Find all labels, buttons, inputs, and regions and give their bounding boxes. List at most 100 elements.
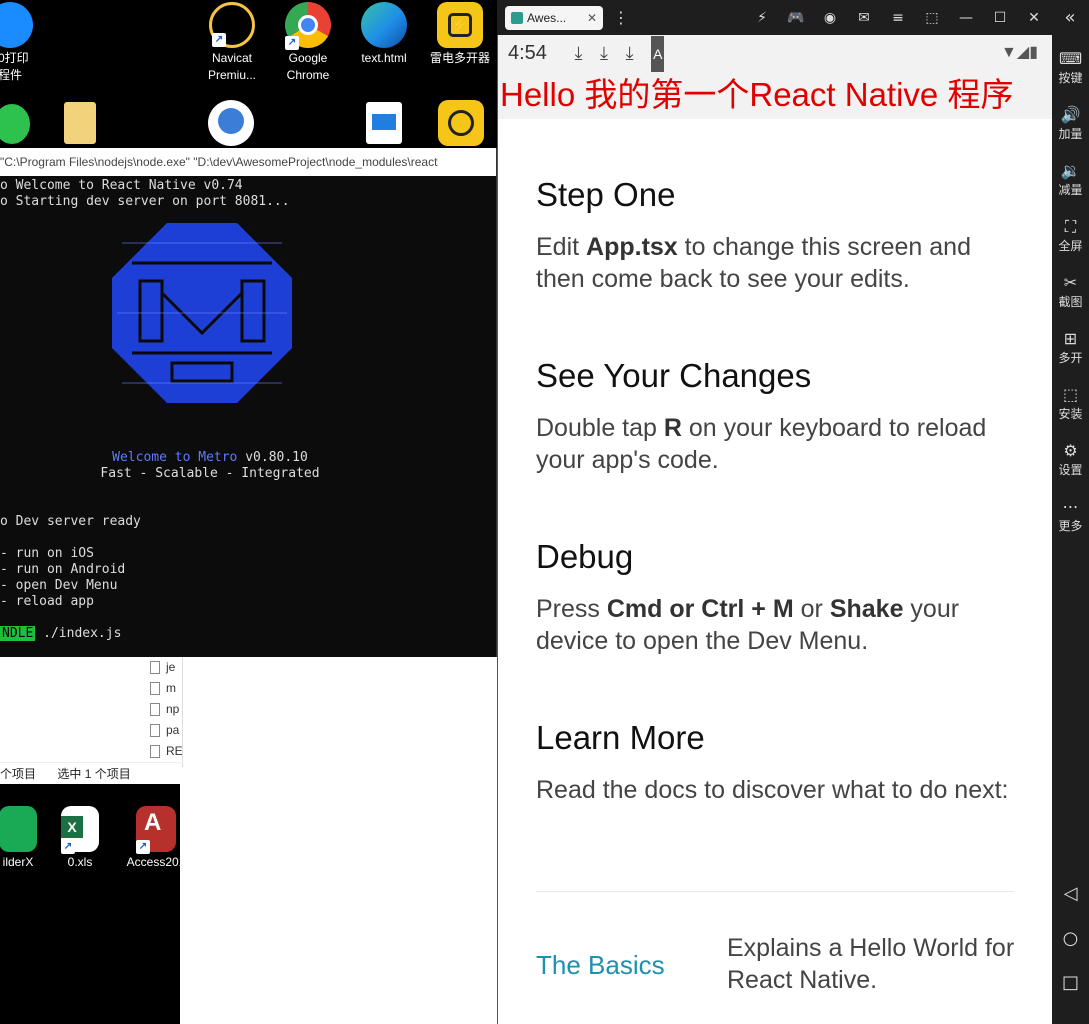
file-item[interactable]: RE: [148, 741, 182, 762]
shortcut-arrow-icon: ↗: [61, 840, 75, 854]
terminal-line: - run on iOS: [0, 546, 94, 561]
edge-html-shortcut[interactable]: text.html: [344, 2, 424, 67]
more-icon: ⋯: [1062, 497, 1079, 516]
bundle-line: NDLE ./index.js: [0, 626, 121, 642]
sidebar-more[interactable]: ⋯ 更多: [1052, 497, 1089, 533]
file-name: pa: [166, 723, 180, 737]
chrome-shortcut[interactable]: ↗ Google Chrome: [268, 2, 348, 84]
shortcut-arrow-icon: ↗: [212, 33, 226, 47]
terminal-window[interactable]: "C:\Program Files\nodejs\node.exe" "D:\d…: [0, 148, 497, 657]
file-name: m: [166, 681, 176, 695]
sidebar-multi-instance[interactable]: ⊞ 多开: [1052, 329, 1089, 365]
menu-icon[interactable]: ≡: [888, 8, 908, 28]
minimize-icon[interactable]: —: [956, 8, 976, 28]
desktop-icon-label: text.html: [361, 51, 407, 65]
section-body: Press Cmd or Ctrl + M or Shake your devi…: [536, 595, 960, 655]
sidebar-volume-up[interactable]: 🔊 加量: [1052, 105, 1089, 141]
section-learn-more: Learn More Read the docs to discover wha…: [536, 718, 1016, 899]
maximize-icon[interactable]: ☐: [990, 8, 1010, 28]
gear-icon: ⚙: [1063, 441, 1078, 460]
nav-recent-icon[interactable]: □: [1052, 972, 1089, 993]
bundle-path: ./index.js: [35, 626, 122, 641]
terminal-line: o Starting dev server on port 8081...: [0, 194, 290, 209]
sidebar-keymap[interactable]: ⌨ 按键: [1052, 49, 1089, 85]
collapse-sidebar-icon[interactable]: «: [1060, 8, 1080, 28]
download-icon: ⤓: [574, 43, 583, 63]
folder-icon[interactable]: [64, 102, 96, 144]
signal-battery-icon: ▼◢▮: [1001, 44, 1038, 61]
phone-screen[interactable]: 4:54 ⤓ ⤓ ⤓ A ▼◢▮ Hello 我的第一个React Native…: [497, 35, 1052, 1024]
ldplayer-multi-shortcut[interactable]: ⚡ 雷电多开器: [420, 2, 500, 67]
file-icon: [150, 682, 160, 696]
notification-a-icon: A: [651, 36, 665, 72]
section-body: Edit App.tsx to change this screen and t…: [536, 233, 971, 293]
sidebar-volume-down[interactable]: 🔉 减量: [1052, 161, 1089, 197]
desktop-icon-label: 00打印 程件: [0, 51, 29, 82]
file-item[interactable]: m: [148, 678, 182, 699]
selection-count: 选中 1 个项目: [57, 767, 131, 781]
desktop-icon-label: Navicat Premiu...: [207, 51, 256, 82]
emulator-sidebar: ⌨ 按键 🔊 加量 🔉 减量 ⛶ 全屏 ✂ 截图 ⊞ 多开 ⬚ 安装 ⚙ 设置 ⋯ 更多 ◁ ○ …: [1052, 35, 1089, 1024]
excel-file-shortcut[interactable]: X ↗ 0.xls: [40, 806, 120, 871]
shortcut-arrow-icon: ↗: [136, 840, 150, 854]
wechat-icon[interactable]: [0, 104, 30, 144]
file-icon: [150, 724, 160, 738]
nav-back-icon[interactable]: ◁: [1052, 883, 1089, 904]
print-app-shortcut[interactable]: 00打印 程件: [0, 2, 50, 84]
gamepad-icon[interactable]: 🎮: [786, 8, 806, 28]
file-name: RE: [166, 744, 182, 758]
metro-welcome-text: Welcome to Metro: [112, 450, 238, 465]
boost-icon[interactable]: ⚡: [752, 8, 772, 28]
terminal-line: - run on Android: [0, 562, 126, 577]
keyboard-icon: ⌨: [1058, 49, 1083, 68]
section-see-changes: See Your Changes Double tap R on your ke…: [536, 356, 1016, 537]
intro-sections: Step One Edit App.tsx to change this scr…: [536, 175, 1016, 899]
link-description: Explains a Hello World for React Native.: [727, 934, 1015, 994]
file-icon: [150, 703, 160, 717]
file-name: je: [166, 660, 176, 674]
restore-icon[interactable]: ⬚: [922, 8, 942, 28]
sidebar-screenshot[interactable]: ✂ 截图: [1052, 273, 1089, 309]
chrome-icon: ↗: [285, 2, 331, 50]
android-studio-icon[interactable]: [208, 100, 254, 146]
tab-menu-icon[interactable]: ⋮: [611, 8, 631, 28]
section-title: Learn More: [536, 719, 705, 756]
terminal-line: o Dev server ready: [0, 514, 141, 529]
link-the-basics[interactable]: The Basics: [536, 950, 665, 981]
clock: 4:54: [508, 42, 547, 64]
desktop-icon-label: 0.xls: [67, 855, 93, 869]
emulator-app-tab[interactable]: Awes... ✕: [505, 6, 603, 30]
sidebar-fullscreen[interactable]: ⛶ 全屏: [1052, 217, 1089, 253]
file-icon: [150, 745, 160, 759]
section-body: Read the docs to discover what to do nex…: [536, 776, 1009, 804]
section-title: See Your Changes: [536, 357, 812, 394]
ldplayer-icon[interactable]: [438, 100, 484, 146]
section-step-one: Step One Edit App.tsx to change this scr…: [536, 175, 1016, 356]
file-item[interactable]: je: [148, 657, 182, 678]
file-item[interactable]: pa: [148, 720, 182, 741]
terminal-title-bar[interactable]: "C:\Program Files\nodejs\node.exe" "D:\d…: [0, 148, 496, 176]
access-icon: A ↗: [136, 806, 176, 854]
file-item[interactable]: np: [148, 699, 182, 720]
access-shortcut[interactable]: A ↗ Access201: [116, 806, 196, 871]
mail-file-icon[interactable]: [366, 102, 402, 144]
tab-close-icon[interactable]: ✕: [587, 6, 597, 30]
desktop: 00打印 程件 ↗ Navicat Premiu... ↗ Google Chr…: [0, 0, 497, 1024]
ldplayer-multi-icon: ⚡: [437, 2, 483, 48]
close-icon[interactable]: ✕: [1024, 8, 1044, 28]
file-explorer-window[interactable]: je m np pa RE 个项目 选中 1 个项目: [0, 657, 497, 784]
navicat-shortcut[interactable]: ↗ Navicat Premiu...: [192, 2, 272, 84]
download-icon: ⤓: [600, 43, 608, 63]
section-debug: Debug Press Cmd or Ctrl + M or Shake you…: [536, 537, 1016, 718]
mail-icon[interactable]: ✉: [854, 8, 874, 28]
sidebar-install-apk[interactable]: ⬚ 安装: [1052, 385, 1089, 421]
account-icon[interactable]: ◉: [820, 8, 840, 28]
sidebar-settings[interactable]: ⚙ 设置: [1052, 441, 1089, 477]
desktop-icon-label: Access201: [126, 855, 186, 869]
file-icon: [150, 661, 160, 675]
nav-home-icon[interactable]: ○: [1052, 928, 1089, 949]
terminal-line: - open Dev Menu: [0, 578, 118, 593]
file-name: np: [166, 702, 180, 716]
edge-icon: [361, 2, 407, 48]
excel-icon: X ↗: [61, 806, 99, 854]
